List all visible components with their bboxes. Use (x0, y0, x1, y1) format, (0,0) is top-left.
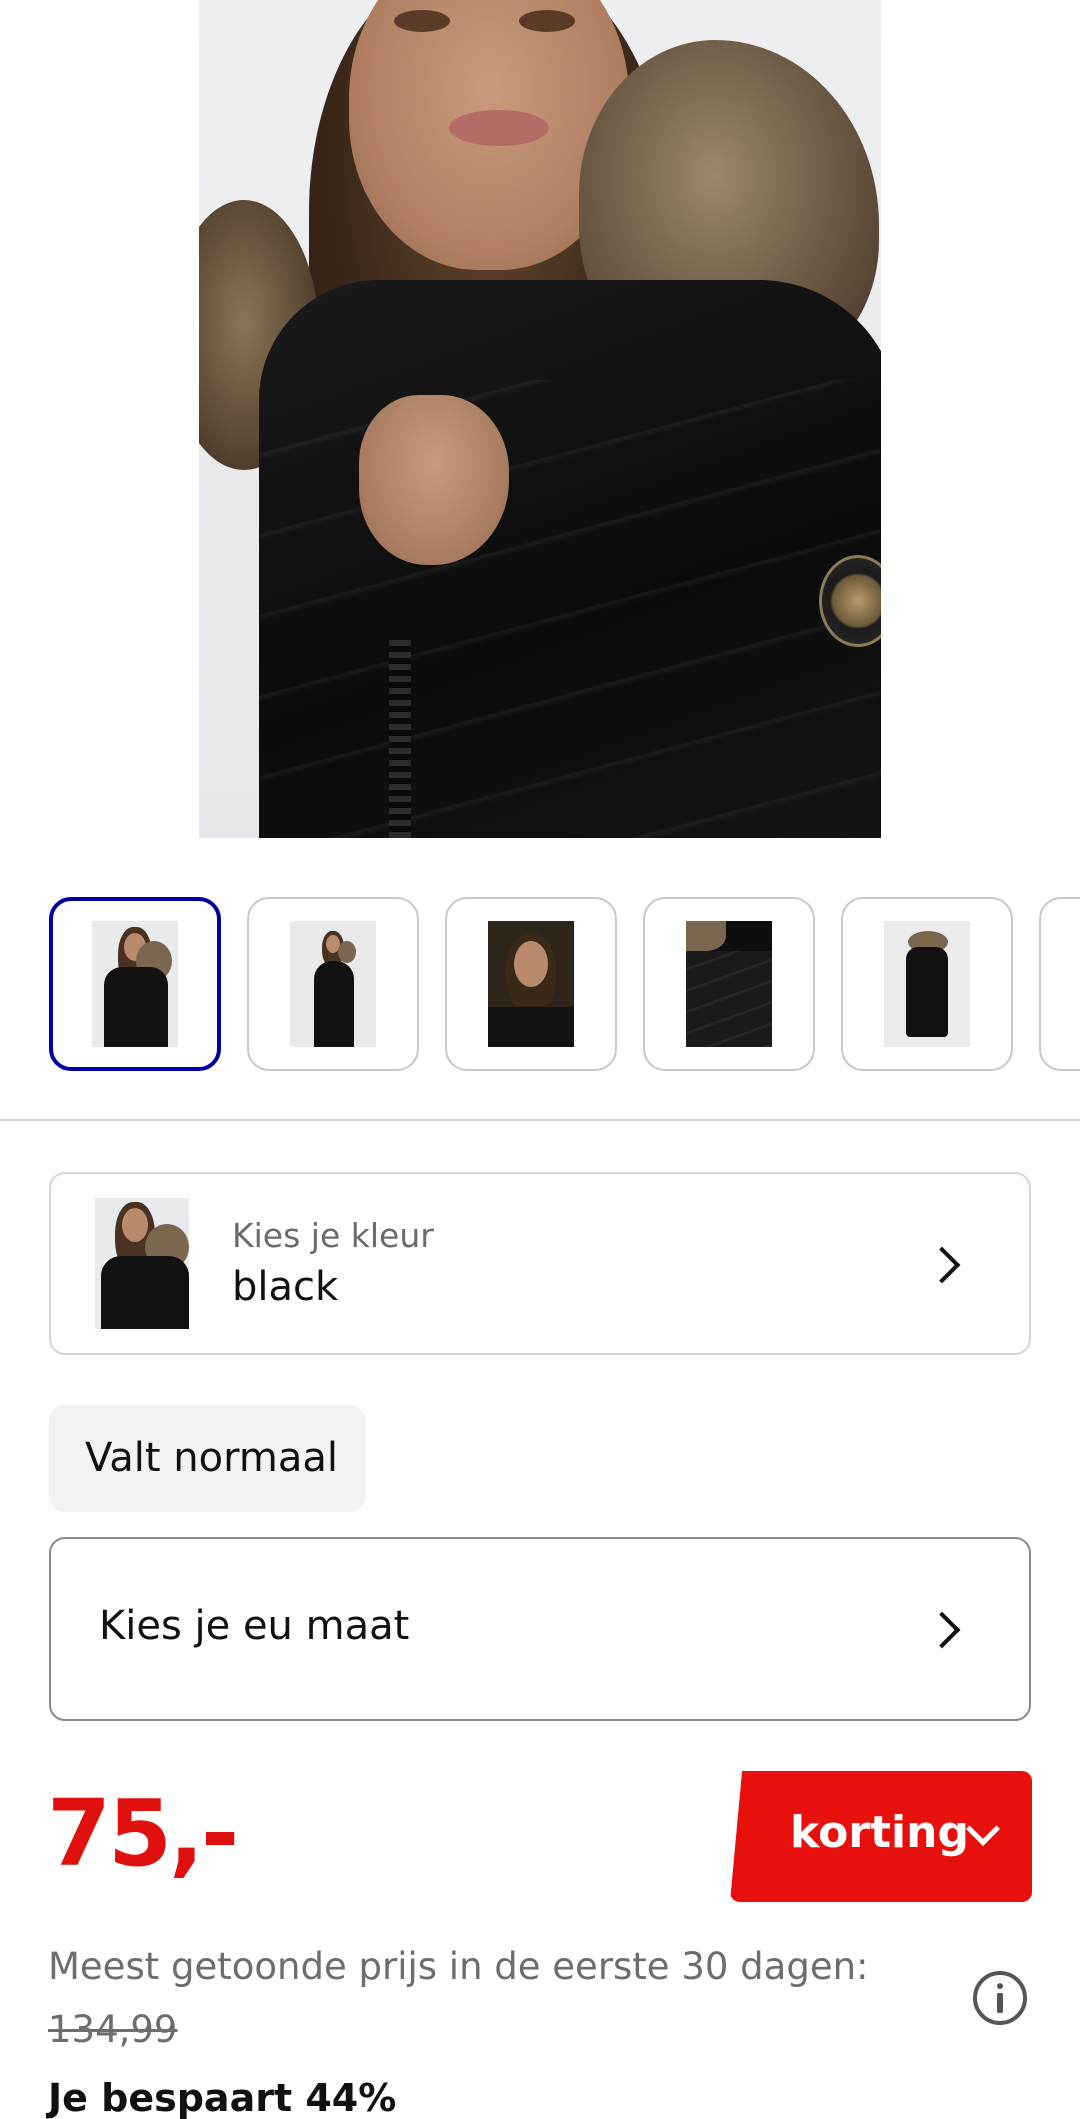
color-picker[interactable]: Kies je kleur black (49, 1172, 1031, 1355)
chevron-right-icon (923, 1246, 961, 1284)
product-price: 75,- (47, 1780, 239, 1887)
size-picker[interactable]: Kies je eu maat (49, 1537, 1031, 1721)
section-divider (0, 1119, 1080, 1121)
color-picker-value: black (232, 1264, 339, 1310)
chevron-right-icon (923, 1611, 961, 1649)
fit-tag: Valt normaal (49, 1405, 366, 1512)
discount-button[interactable]: korting (730, 1771, 1032, 1902)
size-picker-label: Kies je eu maat (99, 1603, 410, 1649)
color-picker-label: Kies je kleur (232, 1216, 434, 1255)
color-swatch-image (95, 1198, 189, 1329)
savings-text: Je bespaart 44% (48, 2076, 397, 2119)
fit-tag-label: Valt normaal (85, 1435, 338, 1481)
product-main-image[interactable] (199, 0, 881, 838)
thumbnail-2[interactable] (247, 897, 419, 1071)
thumbnail-3[interactable] (445, 897, 617, 1071)
thumbnail-strip[interactable] (0, 897, 1080, 1073)
thumbnail-1[interactable] (49, 897, 221, 1071)
thumbnail-5[interactable] (841, 897, 1013, 1071)
thumbnail-6[interactable] (1039, 897, 1080, 1071)
thumbnail-4[interactable] (643, 897, 815, 1071)
reference-price-label: Meest getoonde prijs in de eerste 30 dag… (48, 1945, 869, 1988)
reference-price: 134,99 (48, 2008, 178, 2051)
info-icon[interactable] (973, 1971, 1027, 2025)
discount-button-label: korting (790, 1807, 969, 1858)
